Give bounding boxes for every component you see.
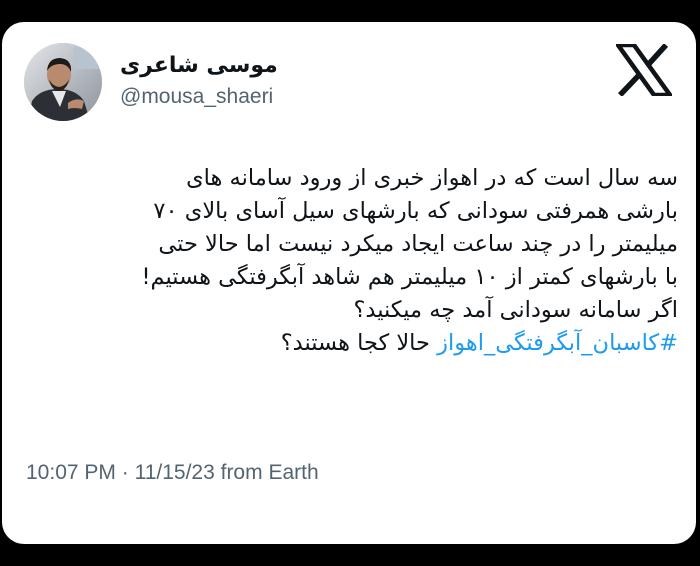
tweet-line: بارشی همرفتی سودانی که بارشهای سیل آسای … xyxy=(153,198,678,224)
tweet-line-last: #کاسبان_آبگرفتگی_اهواز حالا کجا هستند؟ xyxy=(18,327,678,360)
tweet-line: با بارشهای کمتر از ۱۰ میلیمتر هم شاهد آب… xyxy=(141,264,679,290)
x-logo-icon[interactable] xyxy=(613,42,675,98)
avatar[interactable] xyxy=(24,43,102,121)
hashtag-link[interactable]: #کاسبان_آبگرفتگی_اهواز xyxy=(437,330,678,356)
tweet-line-rest: حالا کجا هستند؟ xyxy=(280,330,430,356)
author-handle[interactable]: @mousa_shaeri xyxy=(120,84,273,110)
tweet-line: میلیمتر را در چند ساعت ایجاد میکرد نیست … xyxy=(158,231,678,257)
tweet-date[interactable]: 11/15/23 xyxy=(135,461,215,484)
tweet-time[interactable]: 10:07 PM xyxy=(26,461,116,484)
person-photo-avatar xyxy=(24,43,102,121)
tweet-line: سه سال است که در اهواز خبری از ورود ساما… xyxy=(186,165,678,191)
meta-separator: · xyxy=(121,461,129,484)
tweet-card: موسی شاعری @mousa_shaeri سه سال است که د… xyxy=(2,22,696,544)
author-display-name[interactable]: موسی شاعری xyxy=(120,52,278,80)
tweet-body: سه سال است که در اهواز خبری از ورود ساما… xyxy=(18,162,679,360)
tweet-meta: 10:07 PM · 11/15/23 from Earth xyxy=(26,460,319,486)
tweet-source: from Earth xyxy=(220,461,319,484)
tweet-line: اگر سامانه سودانی آمد چه میکنید؟ xyxy=(353,297,678,323)
